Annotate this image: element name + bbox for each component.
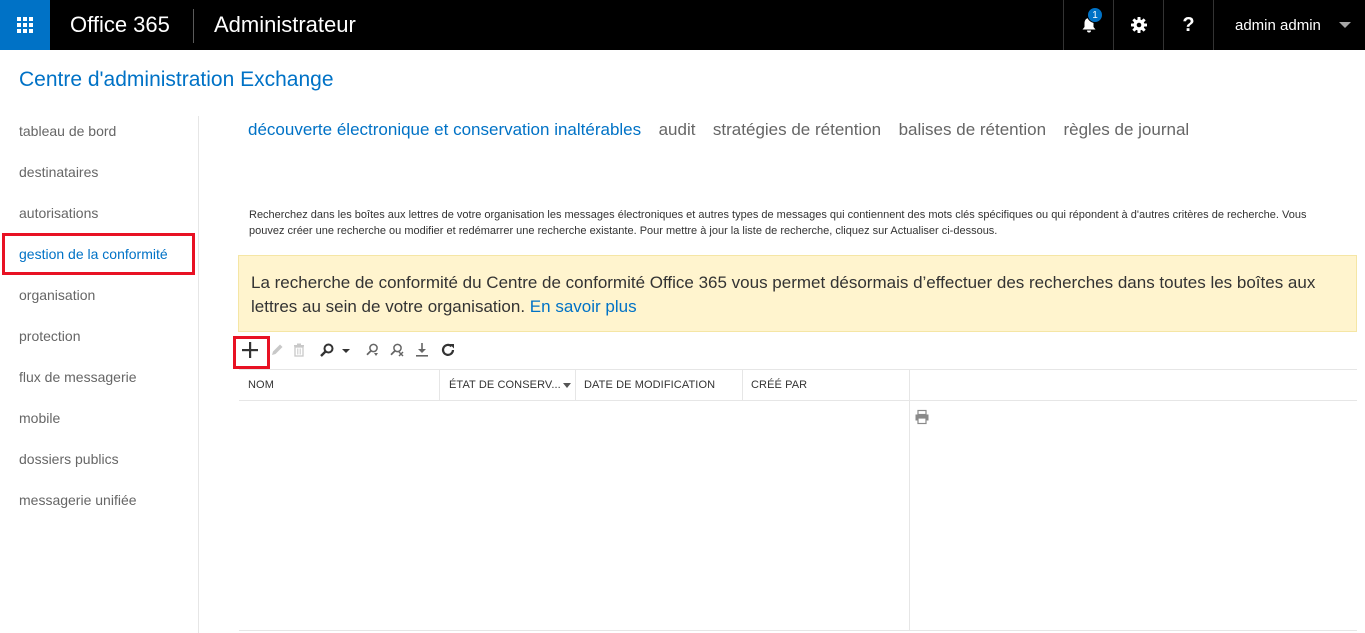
learn-more-link[interactable]: En savoir plus: [530, 297, 637, 316]
details-pane-divider: [909, 370, 910, 630]
tab-audit[interactable]: audit: [659, 118, 696, 142]
banner-text: La recherche de conformité du Centre de …: [251, 273, 1316, 316]
help-button[interactable]: ?: [1163, 0, 1213, 50]
tab-retention-tags[interactable]: balises de rétention: [899, 118, 1046, 142]
remove-search-button[interactable]: [389, 340, 405, 360]
page-description: Recherchez dans les boîtes aux lettres d…: [249, 209, 1307, 237]
app-launcher-icon: [17, 17, 33, 33]
user-name: admin admin: [1235, 16, 1321, 34]
settings-button[interactable]: [1113, 0, 1163, 50]
chevron-down-icon[interactable]: [1339, 22, 1351, 28]
page-title: Centre d'administration Exchange: [19, 68, 334, 91]
delete-button[interactable]: [291, 340, 307, 360]
add-button[interactable]: [240, 340, 260, 360]
search-icon: [320, 343, 334, 357]
grid-bottom-border: [239, 630, 1357, 631]
sidebar-item-protection[interactable]: protection: [19, 326, 80, 346]
tab-ediscovery-hold[interactable]: découverte électronique et conservation …: [248, 118, 641, 142]
column-divider[interactable]: [742, 370, 743, 400]
sidebar-item-mobile[interactable]: mobile: [19, 408, 60, 428]
column-divider[interactable]: [439, 370, 440, 400]
print-button[interactable]: [914, 409, 930, 425]
tab-bar: découverte électronique et conservation …: [248, 118, 1202, 142]
search-button[interactable]: [319, 340, 335, 360]
print-icon: [915, 409, 929, 425]
export-icon: [416, 343, 428, 357]
notification-badge: 1: [1087, 7, 1103, 23]
export-button[interactable]: [414, 340, 430, 360]
tab-journal-rules[interactable]: règles de journal: [1063, 118, 1189, 142]
search-dropdown-icon: [342, 349, 350, 353]
search-mailbox-icon: [366, 343, 378, 356]
sidebar-item-mail-flow[interactable]: flux de messagerie: [19, 367, 137, 387]
sidebar-item-organization[interactable]: organisation: [19, 285, 95, 305]
brand-title[interactable]: Office 365: [70, 11, 170, 39]
refresh-icon: [441, 343, 455, 356]
search-dropdown-button[interactable]: [341, 340, 351, 360]
add-icon: [242, 342, 258, 358]
column-divider[interactable]: [575, 370, 576, 400]
banner-message: La recherche de conformité du Centre de …: [251, 271, 1351, 319]
tab-retention-policies[interactable]: stratégies de rétention: [713, 118, 881, 142]
column-header-name[interactable]: NOM: [248, 378, 274, 392]
notifications-button[interactable]: [1063, 0, 1113, 50]
edit-icon: [272, 344, 283, 355]
grid-top-border: [239, 369, 1357, 370]
sidebar-divider: [198, 116, 199, 633]
column-header-modified-date[interactable]: DATE DE MODIFICATION: [584, 378, 715, 392]
info-banner: La recherche de conformité du Centre de …: [238, 255, 1357, 332]
edit-button[interactable]: [269, 340, 285, 360]
column-header-hold-status[interactable]: ÉTAT DE CONSERV...: [449, 378, 561, 392]
sidebar-item-unified-messaging[interactable]: messagerie unifiée: [19, 490, 137, 510]
sidebar-item-permissions[interactable]: autorisations: [19, 203, 98, 223]
header-divider: [193, 9, 194, 43]
gear-icon: [1130, 17, 1147, 33]
active-item-highlight: [2, 233, 195, 275]
column-header-created-by[interactable]: CRÉÉ PAR: [751, 378, 807, 392]
help-icon: ?: [1182, 13, 1195, 36]
grid-header-border: [239, 400, 1357, 401]
chevron-down-icon[interactable]: [563, 383, 571, 388]
search-mailbox-button[interactable]: [364, 340, 380, 360]
sidebar-item-public-folders[interactable]: dossiers publics: [19, 449, 119, 469]
delete-icon: [294, 343, 304, 357]
refresh-button[interactable]: [439, 340, 457, 360]
remove-search-icon: [390, 343, 404, 357]
app-launcher-button[interactable]: [0, 0, 50, 50]
app-title: Administrateur: [214, 12, 356, 37]
sidebar-item-recipients[interactable]: destinataires: [19, 162, 98, 182]
sidebar-item-dashboard[interactable]: tableau de bord: [19, 121, 116, 141]
top-bar: Office 365 Administrateur 1 ? admin admi…: [0, 0, 1365, 50]
